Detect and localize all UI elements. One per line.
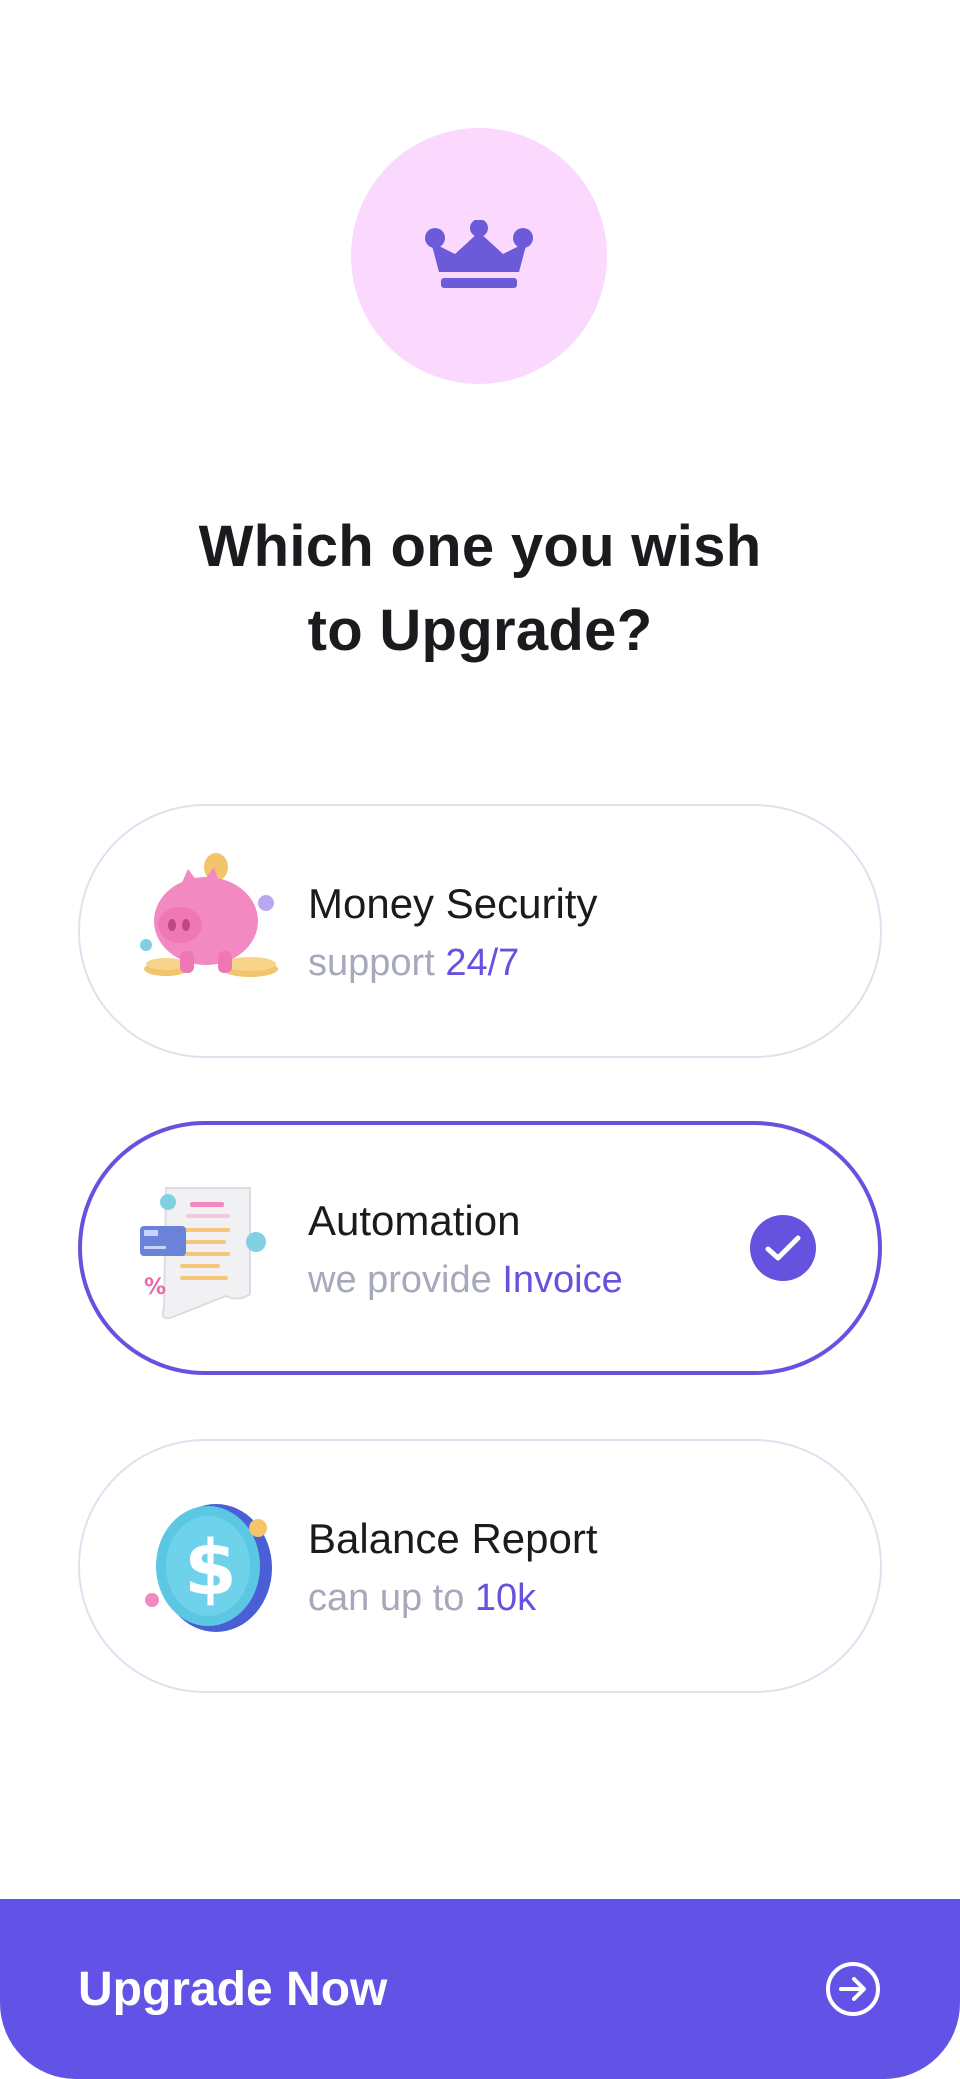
option-title: Money Security — [308, 880, 598, 927]
crown-badge — [351, 128, 607, 384]
invoice-illustration: % — [140, 1187, 266, 1320]
title-line-1: Which one you wish — [198, 514, 762, 579]
option-subtitle: we provide Invoice — [308, 1259, 623, 1302]
option-card-automation[interactable]: % Automation we provide Invoice — [78, 1121, 882, 1375]
selected-check-icon — [750, 1215, 816, 1281]
option-subtitle: can up to 10k — [308, 1577, 536, 1620]
dollar-coin-illustration: $ — [145, 1504, 272, 1632]
option-card-money-security[interactable]: Money Security support 24/7 — [78, 804, 882, 1058]
option-subtitle-prefix: support — [308, 942, 435, 984]
title-line-2: to Upgrade? — [307, 598, 653, 663]
page-title: Which one you wish to Upgrade? — [0, 505, 960, 673]
option-subtitle-highlight: 10k — [474, 1577, 537, 1619]
option-subtitle-highlight: Invoice — [502, 1259, 623, 1301]
option-title: Automation — [308, 1197, 521, 1244]
piggy-bank-illustration — [140, 853, 278, 977]
svg-text:$: $ — [184, 1523, 237, 1612]
svg-text:%: % — [144, 1275, 166, 1300]
option-subtitle-highlight: 24/7 — [445, 942, 520, 984]
crown-icon — [425, 220, 533, 288]
arrow-right-circle-icon — [826, 1962, 880, 2016]
upgrade-now-label: Upgrade Now — [78, 1962, 388, 2016]
upgrade-now-button[interactable]: Upgrade Now — [0, 1899, 960, 2079]
option-subtitle-prefix: can up to — [308, 1577, 465, 1619]
option-card-balance-report[interactable]: $ Balance Report can up to 10k — [78, 1439, 882, 1693]
option-subtitle: support 24/7 — [308, 942, 519, 985]
option-title: Balance Report — [308, 1515, 598, 1562]
option-subtitle-prefix: we provide — [308, 1259, 492, 1301]
